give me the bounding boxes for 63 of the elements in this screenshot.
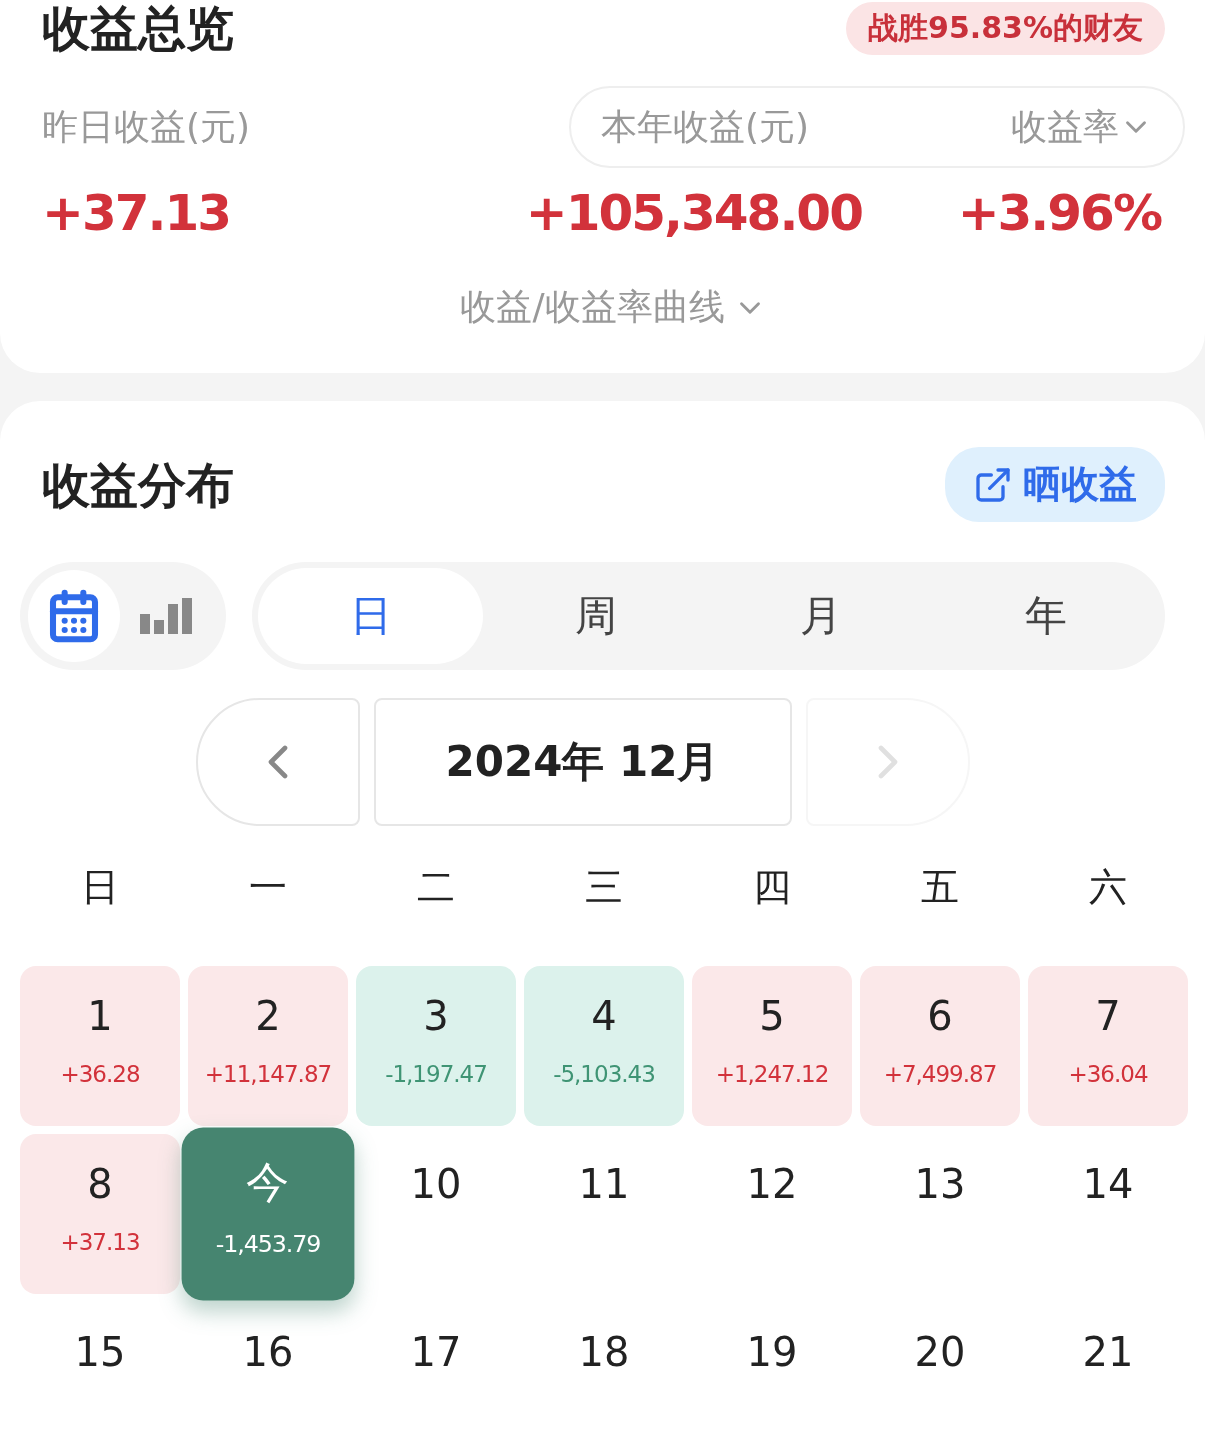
day-number: 今 [246, 1155, 290, 1208]
day-profit: -1,197.47 [385, 1060, 487, 1089]
day-number[interactable]: 11 [578, 1160, 630, 1208]
day-profit: +36.28 [60, 1060, 140, 1089]
period-tab[interactable]: 日 [258, 568, 484, 664]
day-number: 2 [255, 992, 281, 1040]
weekday-label: 四 [752, 864, 792, 911]
stat-label: 昨日收益(元) [42, 104, 251, 149]
day-cell[interactable]: 4 -5,103.43 [524, 966, 684, 1126]
day-number: 5 [759, 992, 785, 1040]
day-number[interactable]: 14 [1082, 1160, 1134, 1208]
stat-value: +37.13 [42, 184, 231, 242]
day-number: 6 [927, 992, 953, 1040]
day-cell[interactable]: 8 +37.13 [20, 1134, 180, 1294]
day-number: 8 [87, 1160, 113, 1208]
stat-label: 收益率 [1011, 104, 1119, 149]
day-number[interactable]: 12 [746, 1160, 798, 1208]
bar-chart-icon [140, 598, 192, 634]
day-number[interactable]: 21 [1082, 1328, 1134, 1376]
day-cell[interactable]: 5 +1,247.12 [692, 966, 852, 1126]
period-tab[interactable]: 周 [483, 568, 709, 664]
period-tab[interactable]: 年 [933, 568, 1159, 664]
weekday-label: 二 [416, 864, 456, 911]
day-profit: -5,103.43 [553, 1060, 655, 1089]
day-number[interactable]: 19 [746, 1328, 798, 1376]
share-button[interactable]: 晒收益 [945, 447, 1165, 522]
day-number[interactable]: 20 [914, 1328, 966, 1376]
day-profit: +7,499.87 [883, 1060, 997, 1089]
day-cell[interactable]: 3 -1,197.47 [356, 966, 516, 1126]
period-tab[interactable]: 月 [708, 568, 934, 664]
section-title: 收益总览 [42, 0, 234, 56]
day-cell[interactable]: 1 +36.28 [20, 966, 180, 1126]
day-number[interactable]: 13 [914, 1160, 966, 1208]
weekday-label: 日 [80, 864, 120, 911]
day-number[interactable]: 16 [242, 1328, 294, 1376]
rank-badge: 战胜95.83%的财友 [846, 1, 1165, 55]
day-number: 3 [423, 992, 449, 1040]
weekday-label: 一 [248, 864, 288, 911]
day-profit: +11,147.87 [204, 1060, 332, 1089]
day-profit: +37.13 [60, 1228, 140, 1257]
month-label: 2024年 12月 [373, 698, 792, 826]
weekday-label: 五 [920, 864, 960, 911]
stat-value: +105,348.00 [525, 184, 862, 242]
day-cell[interactable]: 2 +11,147.87 [188, 966, 348, 1126]
day-number: 7 [1095, 992, 1121, 1040]
stat-value: +3.96% [957, 184, 1161, 242]
day-profit: +36.04 [1068, 1060, 1148, 1089]
day-cell[interactable]: 7 +36.04 [1028, 966, 1188, 1126]
day-cell[interactable]: 6 +7,499.87 [860, 966, 1020, 1126]
day-number[interactable]: 15 [74, 1328, 126, 1376]
day-cell[interactable]: 今 -1,453.79 [181, 1127, 355, 1301]
day-number[interactable]: 10 [410, 1160, 462, 1208]
section-title: 收益分布 [42, 456, 234, 513]
weekday-label: 三 [584, 864, 624, 911]
stat-label: 本年收益(元) [601, 104, 810, 149]
day-profit: -1,453.79 [215, 1229, 321, 1260]
weekday-label: 六 [1088, 864, 1128, 911]
day-number[interactable]: 17 [410, 1328, 462, 1376]
day-number: 1 [87, 992, 113, 1040]
day-profit: +1,247.12 [715, 1060, 829, 1089]
day-number: 4 [591, 992, 617, 1040]
day-number[interactable]: 18 [578, 1328, 630, 1376]
calendar-view-button[interactable] [28, 570, 120, 662]
